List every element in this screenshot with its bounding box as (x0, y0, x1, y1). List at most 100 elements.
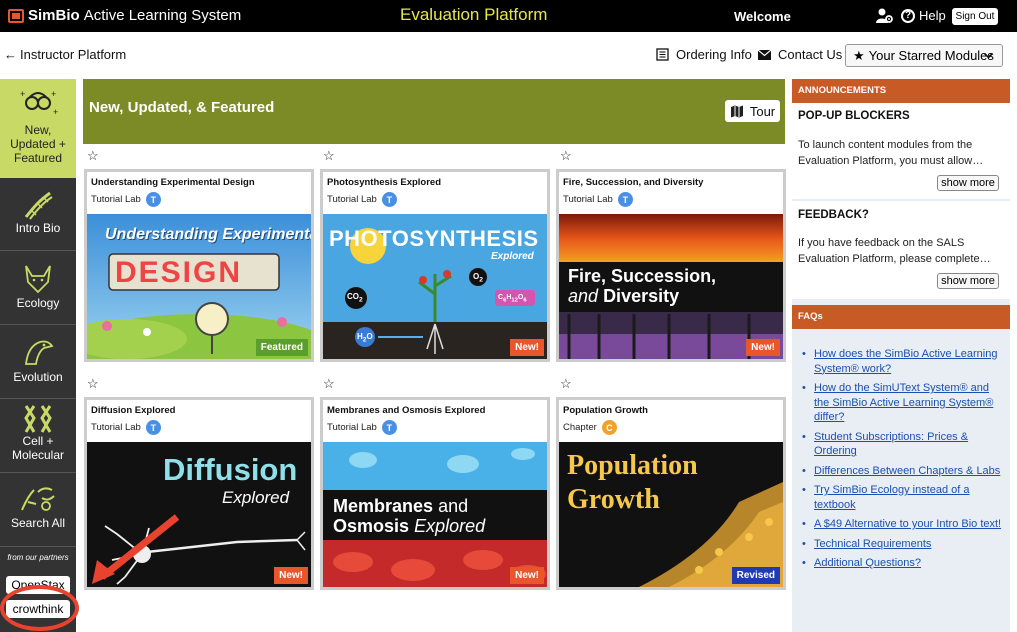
tutorial-lab-badge: T (145, 420, 161, 435)
svg-text:+: + (51, 89, 56, 99)
image-title-text: Osmosis Explored (333, 516, 486, 536)
favorite-star-icon[interactable]: ☆ (323, 376, 335, 392)
partner-openstax[interactable]: OpenStax (6, 576, 70, 594)
module-type: Tutorial Lab T (563, 192, 633, 207)
module-title: Diffusion Explored (91, 405, 176, 416)
faq-link[interactable]: Try SimBio Ecology instead of a textbook (814, 484, 970, 511)
faq-link[interactable]: A $49 Alternative to your Intro Bio text… (814, 518, 1001, 530)
contact-us-link[interactable]: Contact Us (758, 47, 842, 62)
sidebar-label-cell-1: Cell + (22, 434, 54, 448)
sidebar-item-evolution[interactable]: Evolution (0, 326, 76, 399)
module-type: Tutorial Lab T (91, 192, 161, 207)
contact-us-label: Contact Us (778, 47, 843, 62)
favorite-star-icon[interactable]: ☆ (560, 148, 572, 164)
sidebar-label-cell-2: Molecular (11, 448, 65, 462)
starred-modules-dropdown[interactable]: ★ Your Starred Modules (845, 44, 1003, 67)
module-image: PHOTOSYNTHESIS Explored CO2 O2 C6H12O6 H… (323, 214, 547, 359)
tutorial-lab-badge: T (381, 192, 397, 207)
bird-head-icon (24, 340, 54, 365)
partner-crowthink[interactable]: crowthink (6, 600, 70, 618)
image-title-text: Membranes and (333, 496, 469, 516)
top-bar: SimBio Active Learning System Evaluation… (0, 0, 1017, 32)
envelope-icon (758, 49, 771, 60)
new-badge: New! (510, 339, 544, 356)
sidebar-label-evolution: Evolution (13, 370, 63, 384)
faq-link[interactable]: Additional Questions? (814, 557, 921, 569)
show-more-button[interactable]: show more (937, 273, 999, 289)
image-title-text: Fire, Succession, (568, 266, 717, 286)
module-type: Tutorial Lab T (327, 192, 397, 207)
image-title-text: DESIGN (115, 256, 243, 289)
faq-link[interactable]: Differences Between Chapters & Labs (814, 465, 1000, 477)
module-type: Tutorial Lab T (327, 420, 397, 435)
module-card-fire-succession[interactable]: Fire, Succession, and Diversity Tutorial… (556, 169, 786, 362)
faq-link[interactable]: Technical Requirements (814, 538, 931, 550)
favorite-star-icon[interactable]: ☆ (87, 376, 99, 392)
faq-item: How does the SimBio Active Learning Syst… (800, 347, 1006, 376)
sidebar-label-search-all: Search All (10, 516, 66, 530)
announcements-header: ANNOUNCEMENTS (792, 79, 1010, 103)
faq-link[interactable]: Student Subscriptions: Prices & Ordering (814, 431, 968, 458)
announcement-popup-blockers: POP-UP BLOCKERS To launch content module… (792, 103, 1010, 199)
module-card-photosynthesis[interactable]: Photosynthesis Explored Tutorial Lab T P… (320, 169, 550, 362)
faq-link[interactable]: How do the SimUText System® and the SimB… (814, 382, 993, 423)
faq-item: How do the SimUText System® and the SimB… (800, 381, 1006, 425)
module-image: Population Growth (559, 442, 783, 587)
favorite-star-icon[interactable]: ☆ (323, 148, 335, 164)
back-arrow-icon: ← (4, 47, 17, 62)
sidebar-item-search-all[interactable]: Search All (0, 474, 76, 547)
chevron-down-icon (983, 52, 994, 59)
module-image: Understanding Experimental DESIGN (87, 214, 311, 359)
svg-text:+: + (20, 89, 25, 99)
favorite-star-icon[interactable]: ☆ (87, 148, 99, 164)
module-card-diffusion[interactable]: Diffusion Explored Tutorial Lab T Diffus… (84, 397, 314, 590)
user-settings-icon[interactable] (876, 8, 893, 24)
image-title-text: and Diversity (568, 286, 680, 306)
starred-modules-label: Your Starred Modules (868, 48, 994, 63)
sidebar-label-ecology: Ecology (16, 296, 60, 310)
module-title: Photosynthesis Explored (327, 177, 442, 188)
sidebar-item-intro-bio[interactable]: Intro Bio (0, 180, 76, 251)
faq-item: A $49 Alternative to your Intro Bio text… (800, 517, 1006, 532)
co2-label: CO2 (347, 292, 363, 304)
revised-badge: Revised (731, 567, 780, 584)
document-list-icon (656, 48, 669, 61)
simbio-logo[interactable]: SimBio Active Learning System (8, 7, 241, 24)
module-card-population-growth[interactable]: Population Growth Chapter C Population G… (556, 397, 786, 590)
featured-badge: Featured (255, 339, 308, 356)
show-more-button[interactable]: show more (937, 175, 999, 191)
faq-link[interactable]: How does the SimBio Active Learning Syst… (814, 348, 997, 375)
help-link[interactable]: ? Help (901, 8, 946, 23)
simbio-logo-icon (8, 8, 24, 23)
module-image: Fire, Succession, and Diversity (559, 214, 783, 359)
instructor-platform-link[interactable]: ← Instructor Platform (4, 47, 126, 62)
new-badge: New! (274, 567, 308, 584)
faqs-header: FAQs (792, 305, 1010, 329)
right-column: ANNOUNCEMENTS POP-UP BLOCKERS To launch … (792, 79, 1010, 632)
sign-out-button[interactable]: Sign Out (952, 8, 998, 25)
map-icon (730, 105, 743, 117)
module-title: Membranes and Osmosis Explored (327, 405, 486, 416)
module-image: Diffusion Explored (87, 442, 311, 587)
module-title: Understanding Experimental Design (91, 177, 255, 188)
image-title-text: Growth (567, 484, 660, 515)
faq-item: Differences Between Chapters & Labs (800, 464, 1006, 479)
sidebar-item-new-updated-featured[interactable]: + + + New, Updated + Featured (0, 79, 76, 178)
favorite-star-icon[interactable]: ☆ (560, 376, 572, 392)
module-card-experimental-design[interactable]: Understanding Experimental Design Tutori… (84, 169, 314, 362)
image-title-text: Diffusion (163, 452, 298, 487)
sidebar-label-new-1: New, (24, 123, 52, 137)
partners-caption: from our partners (7, 553, 69, 562)
featured-banner: New, Updated, & Featured Tour (83, 79, 785, 144)
tour-button[interactable]: Tour (725, 100, 780, 122)
image-subtitle-text: Explored (491, 251, 534, 262)
tour-label: Tour (749, 103, 776, 119)
search-figures-icon (21, 487, 55, 511)
announcement-title: FEEDBACK? (798, 209, 869, 221)
sidebar-item-ecology[interactable]: Ecology (0, 252, 76, 325)
module-card-membranes-osmosis[interactable]: Membranes and Osmosis Explored Tutorial … (320, 397, 550, 590)
module-type-label: Tutorial Lab (91, 422, 141, 433)
ordering-info-link[interactable]: Ordering Info (656, 47, 752, 62)
image-subtitle-text: Explored (222, 488, 290, 507)
sidebar-item-cell-molecular[interactable]: Cell + Molecular (0, 400, 76, 473)
